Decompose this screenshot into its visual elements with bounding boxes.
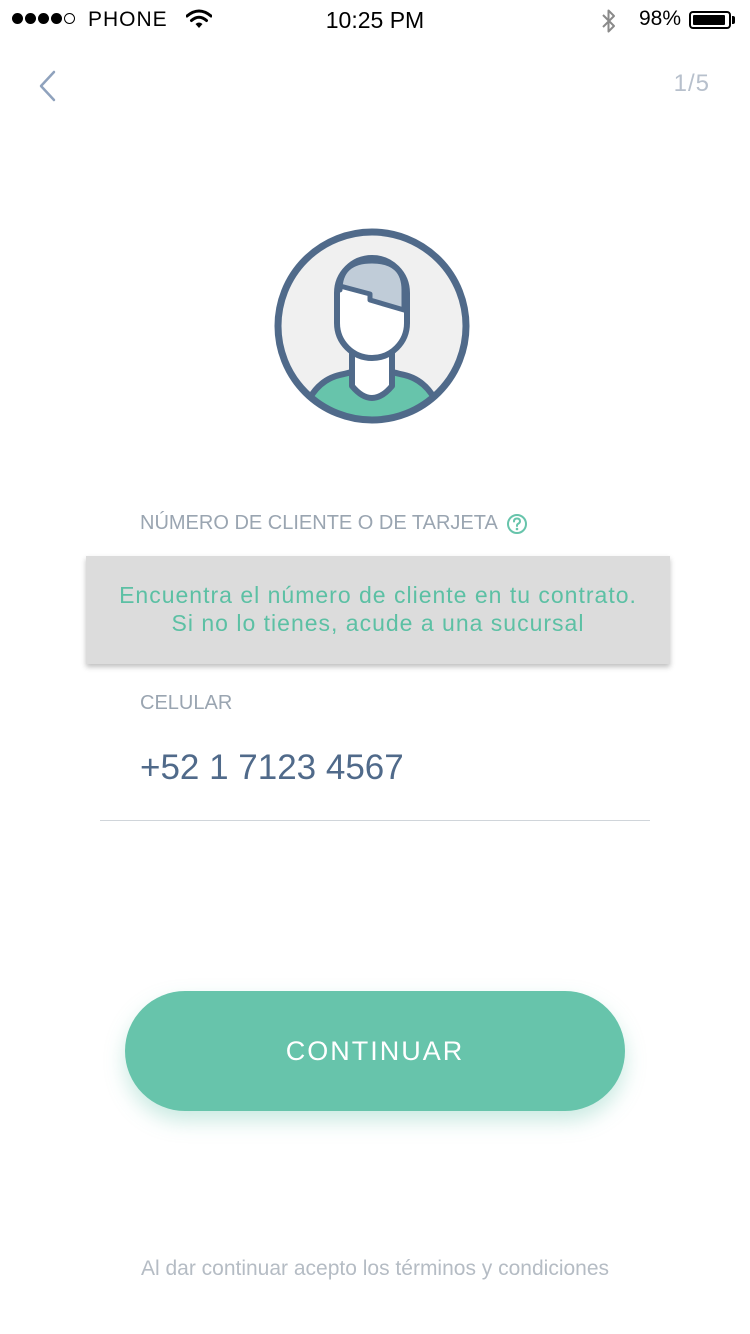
bluetooth-icon [602,9,615,33]
chevron-left-icon [39,70,56,102]
battery-level [693,15,726,25]
client-number-label: NÚMERO DE CLIENTE O DE TARJETA [140,512,528,535]
user-avatar-icon [274,228,470,424]
step-indicator: 1/5 [673,70,710,97]
battery-percent: 98% [639,7,682,30]
tooltip-line-1: Encuentra el número de cliente en tu con… [119,582,637,608]
help-tooltip: Encuentra el número de cliente en tu con… [86,556,670,664]
question-circle-icon[interactable] [506,513,528,535]
terms-text[interactable]: Al dar continuar acepto los términos y c… [0,1257,750,1281]
client-number-label-text: NÚMERO DE CLIENTE O DE TARJETA [140,512,498,534]
continue-button[interactable]: CONTINUAR [125,991,625,1111]
tooltip-line-2: Si no lo tienes, acude a una sucursal [171,610,585,636]
battery-icon [689,11,731,29]
back-button[interactable] [32,66,68,106]
phone-input[interactable] [140,740,640,796]
phone-input-underline [100,820,650,821]
battery-cap [732,16,735,24]
status-time: 10:25 PM [325,7,425,33]
status-bar: PHONE 10:25 PM 98% [0,0,750,40]
phone-label: CELULAR [140,692,233,714]
